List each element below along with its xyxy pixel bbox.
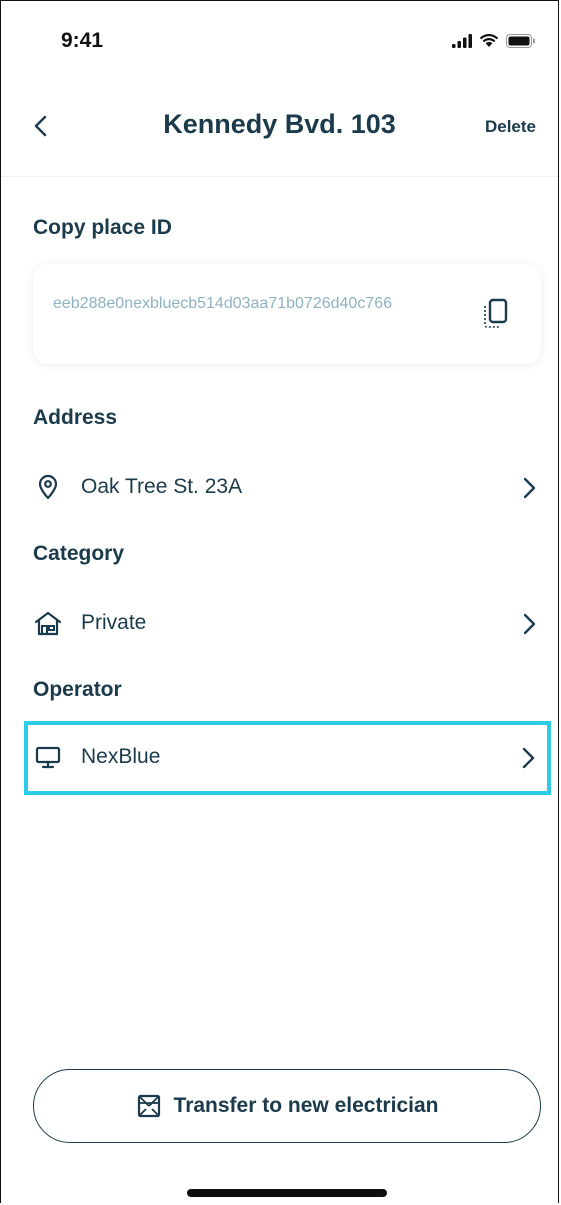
home-indicator — [187, 1189, 387, 1197]
category-label: Category — [33, 542, 125, 565]
location-pin-icon — [38, 474, 58, 500]
category-value: Private — [81, 611, 147, 634]
transfer-box-icon — [137, 1094, 160, 1118]
place-id-card: eeb288e0nexbluecb514d03aa71b0726d40c766 — [33, 264, 541, 364]
phone-screen: 9:41 Kennedy Bvd. 103 Delete Copy place … — [0, 0, 559, 1203]
status-bar: 9:41 — [1, 1, 558, 81]
operator-label: Operator — [33, 678, 122, 701]
address-label: Address — [33, 406, 118, 429]
delete-button[interactable]: Delete — [485, 117, 536, 137]
copy-id-button[interactable] — [481, 297, 511, 331]
battery-icon — [506, 34, 535, 48]
status-time: 9:41 — [61, 29, 104, 52]
signal-icon — [452, 34, 472, 48]
page-title: Kennedy Bvd. 103 — [163, 109, 396, 139]
wifi-icon — [479, 33, 499, 47]
chevron-right-icon — [523, 477, 536, 499]
navigation-header: Kennedy Bvd. 103 Delete — [1, 81, 558, 177]
transfer-label: Transfer to new electrician — [173, 1094, 439, 1117]
chevron-right-icon — [523, 613, 536, 635]
status-icons — [452, 33, 536, 48]
place-id-value: eeb288e0nexbluecb514d03aa71b0726d40c766 — [53, 295, 392, 312]
category-row[interactable]: Private — [26, 589, 546, 659]
place-id-label: Copy place ID — [33, 216, 172, 239]
transfer-to-electrician-button[interactable]: Transfer to new electrician — [33, 1069, 541, 1143]
chevron-right-icon — [522, 747, 535, 769]
monitor-icon — [35, 746, 61, 769]
house-icon — [34, 611, 62, 636]
copy-icon — [484, 298, 508, 328]
address-row[interactable]: Oak Tree St. 23A — [26, 453, 546, 523]
operator-row[interactable]: NexBlue — [24, 721, 551, 795]
address-value: Oak Tree St. 23A — [81, 475, 243, 498]
operator-value: NexBlue — [81, 745, 161, 768]
